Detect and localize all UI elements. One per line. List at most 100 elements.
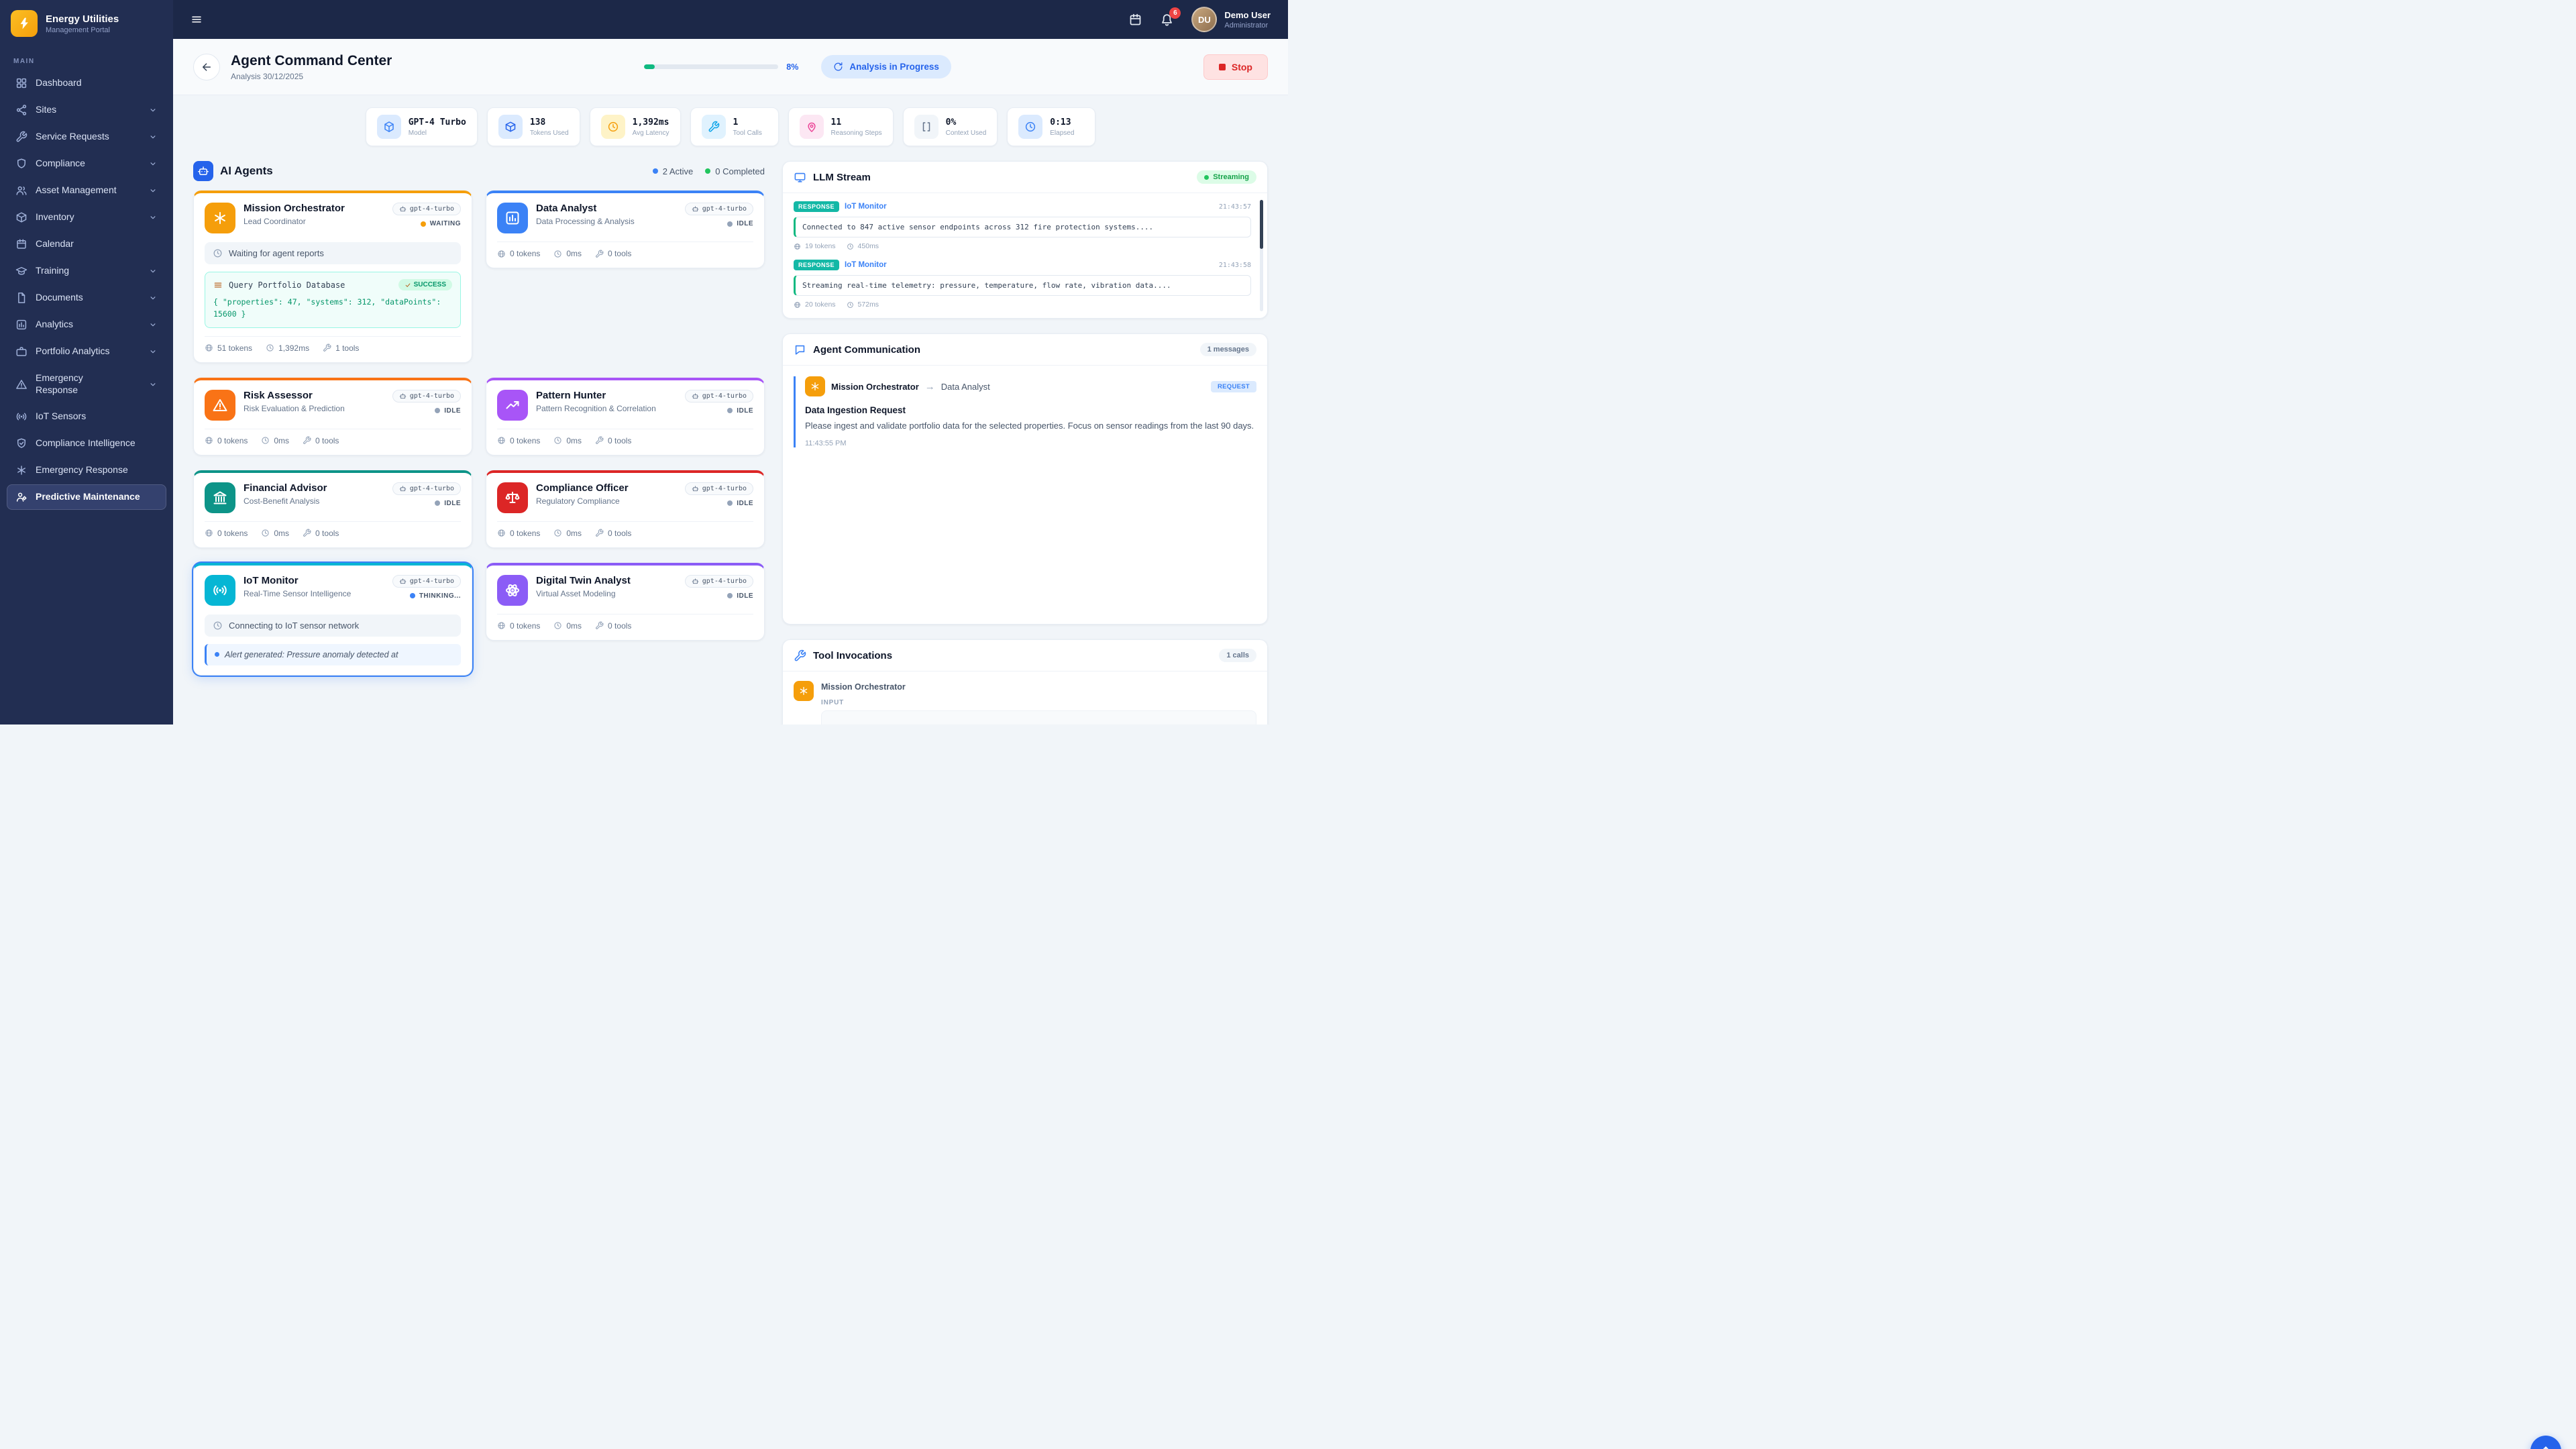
latency-stat: 0ms [553, 621, 582, 631]
ai-agents-section: AI Agents 2 Active 0 Completed Mission O… [193, 161, 765, 676]
document-icon [15, 292, 28, 304]
agent-card-mission-orchestrator: Mission Orchestrator Lead Coordinator gp… [193, 191, 472, 363]
sidebar: Energy Utilities Management Portal MAIN … [0, 0, 173, 724]
sidebar-item-analytics[interactable]: Analytics [7, 312, 166, 337]
sidebar-item-inventory[interactable]: Inventory [7, 205, 166, 230]
chevron-down-icon [148, 105, 158, 115]
chevron-down-icon [148, 186, 158, 195]
shield-check-icon [15, 437, 28, 449]
sidebar-item-predictive-maintenance[interactable]: Predictive Maintenance [7, 484, 166, 510]
stats-row: GPT-4 Turbo Model 138 Tokens Used 1,392ms A… [173, 95, 1288, 149]
sidebar-item-emergency-response[interactable]: Emergency Response [7, 366, 166, 402]
user-name: Demo User [1224, 9, 1271, 20]
sidebar-item-compliance[interactable]: Compliance [7, 151, 166, 176]
sidebar-item-training[interactable]: Training [7, 258, 166, 284]
sidebar-item-dashboard[interactable]: Dashboard [7, 70, 166, 96]
hamburger-menu-icon[interactable] [191, 13, 203, 25]
response-badge: RESPONSE [794, 260, 840, 270]
clock-icon [553, 250, 562, 258]
stream-message: Streaming real-time telemetry: pressure,… [794, 275, 1251, 296]
brackets-icon [920, 121, 932, 133]
llm-stream-title: LLM Stream [813, 171, 871, 183]
tools-stat: 0 tools [595, 621, 631, 631]
sidebar-item-emergency-response-2[interactable]: Emergency Response [7, 458, 166, 483]
wrench-icon [794, 649, 806, 662]
clock-icon [607, 121, 619, 133]
agent-card-iot-monitor: IoT Monitor Real-Time Sensor Intelligenc… [193, 562, 472, 676]
sidebar-item-portfolio-analytics[interactable]: Portfolio Analytics [7, 339, 166, 364]
robot-icon [692, 485, 699, 492]
stat-card-model: GPT-4 Turbo Model [365, 107, 478, 146]
agent-name: Financial Advisor [244, 482, 327, 494]
sidebar-item-asset-management[interactable]: Asset Management [7, 178, 166, 203]
analysis-progress: 8% [644, 62, 798, 72]
clock-icon [261, 436, 270, 445]
agent-card-risk-assessor: Risk Assessor Risk Evaluation & Predicti… [193, 377, 472, 455]
stop-button[interactable]: Stop [1203, 54, 1268, 80]
calendar-button[interactable] [1128, 13, 1142, 27]
asterisk-icon [15, 464, 28, 476]
broadcast-icon [205, 574, 235, 606]
topbar: 6 DU Demo User Administrator [173, 0, 1288, 39]
messages-count-badge: 1 messages [1199, 343, 1256, 356]
clock-icon [1024, 121, 1036, 133]
share-nodes-icon [15, 104, 28, 116]
status-badge: IDLE [727, 407, 753, 415]
tools-stat: 0 tools [595, 436, 631, 445]
latency-stat: 0ms [553, 249, 582, 258]
chevron-down-icon [148, 132, 158, 142]
agent-communication-panel: Agent Communication 1 messages Mission O… [782, 333, 1268, 625]
sidebar-nav: Dashboard Sites Service Requests Complia… [0, 70, 173, 511]
latency-stat: 0ms [553, 529, 582, 538]
page-title: Agent Command Center [231, 52, 392, 68]
sidebar-item-documents[interactable]: Documents [7, 285, 166, 311]
page-header: Agent Command Center Analysis 30/12/2025… [173, 39, 1288, 95]
scrollbar-thumb[interactable] [1260, 200, 1263, 250]
analysis-status-button[interactable]: Analysis in Progress [821, 55, 951, 78]
notification-badge: 6 [1169, 7, 1181, 19]
stream-timestamp: 21:43:57 [1218, 203, 1251, 211]
tools-stat: 1 tools [323, 343, 359, 353]
stream-entry: RESPONSE IoT Monitor 21:43:57 Connected … [794, 201, 1251, 250]
asterisk-icon [805, 376, 825, 396]
notifications-button[interactable]: 6 [1160, 7, 1181, 27]
bar-chart-icon [497, 203, 528, 233]
scrollbar[interactable] [1260, 200, 1263, 311]
refresh-icon [833, 62, 843, 72]
stream-entry: RESPONSE IoT Monitor 21:43:58 Streaming … [794, 260, 1251, 309]
sidebar-item-service-requests[interactable]: Service Requests [7, 124, 166, 150]
arrow-right-icon: → [924, 380, 935, 392]
sidebar-item-sites[interactable]: Sites [7, 97, 166, 123]
progress-label: 8% [786, 62, 799, 72]
latency-stat: 450ms [847, 242, 879, 250]
arrow-left-icon [201, 61, 213, 73]
sidebar-item-iot-sensors[interactable]: IoT Sensors [7, 404, 166, 429]
latency-stat: 0ms [553, 436, 582, 445]
calls-count-badge: 1 calls [1219, 649, 1256, 662]
globe-icon [794, 243, 801, 250]
user-menu[interactable]: DU Demo User Administrator [1191, 7, 1271, 32]
agent-role: Real-Time Sensor Intelligence [244, 588, 352, 598]
asterisk-icon [205, 203, 235, 233]
latency-stat: 0ms [261, 436, 289, 445]
sidebar-item-compliance-intelligence[interactable]: Compliance Intelligence [7, 431, 166, 456]
status-badge: IDLE [727, 220, 753, 227]
model-badge: gpt-4-turbo [392, 482, 461, 495]
model-badge: gpt-4-turbo [684, 482, 753, 495]
box-icon [504, 121, 517, 133]
list-icon [213, 280, 223, 290]
sidebar-item-calendar[interactable]: Calendar [7, 231, 166, 257]
calendar-icon [1128, 13, 1142, 27]
progress-fill [644, 64, 655, 69]
agent-role: Regulatory Compliance [536, 496, 620, 506]
brand: Energy Utilities Management Portal [0, 0, 173, 47]
tokens-stat: 0 tokens [497, 436, 540, 445]
trend-icon [497, 389, 528, 421]
agent-name: Data Analyst [536, 203, 597, 214]
tool-invocations-title: Tool Invocations [813, 649, 893, 661]
invocation-agent: Mission Orchestrator [821, 682, 906, 692]
latency-stat: 1,392ms [266, 343, 309, 353]
back-button[interactable] [193, 53, 220, 80]
completed-counter: 0 Completed [705, 166, 765, 176]
agent-card-digital-twin-analyst: Digital Twin Analyst Virtual Asset Model… [486, 562, 765, 641]
